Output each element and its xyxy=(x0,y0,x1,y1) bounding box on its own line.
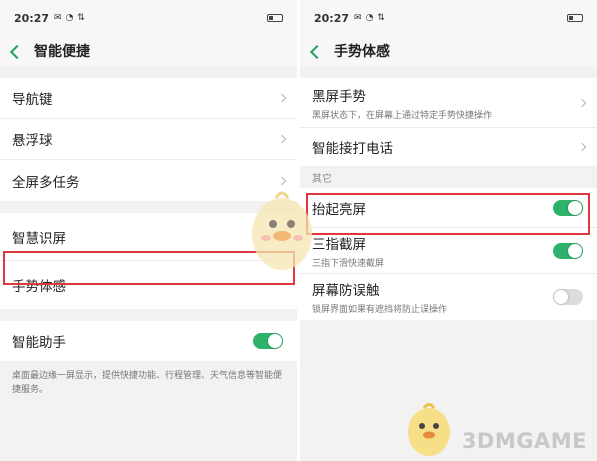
list-item-raise-to-wake[interactable]: 抬起亮屏 xyxy=(300,188,597,228)
title-bar: 手势体感 xyxy=(300,36,597,66)
message-icon: ✉ xyxy=(54,13,62,23)
nav-settings-group: 导航键 悬浮球 全屏多任务 xyxy=(0,78,297,201)
page-title: 手势体感 xyxy=(334,44,390,60)
assistant-group: 智能助手 xyxy=(0,321,297,361)
battery-icon xyxy=(267,14,283,22)
wifi-icon: ◔ xyxy=(365,13,374,23)
assistant-description: 桌面最边缘一屏显示，提供快捷功能、行程管理、天气信息等智能便捷服务。 xyxy=(12,371,283,395)
left-phone-screen: 20:27 ✉ ◔ ⇅ 智能便捷 导航键 悬浮球 全屏多任务 智慧识屏 手势体感 xyxy=(0,0,297,461)
status-time: 20:27 xyxy=(314,11,350,25)
list-item-label: 全屏多任务 xyxy=(12,174,80,191)
right-phone-screen: 20:27 ✉ ◔ ⇅ 手势体感 黑屏手势 黑屏状态下，在屏幕上通过特定手势快捷… xyxy=(300,0,597,461)
list-item-label: 智能接打电话 xyxy=(312,141,393,157)
list-item-smart-screen[interactable]: 智慧识屏 xyxy=(0,213,297,261)
battery-icon xyxy=(567,14,583,22)
message-icon: ✉ xyxy=(354,13,362,23)
three-finger-toggle[interactable] xyxy=(553,242,583,259)
assistant-toggle[interactable] xyxy=(253,333,283,349)
page-title: 智能便捷 xyxy=(34,44,90,60)
list-item-label: 智慧识屏 xyxy=(12,230,66,247)
list-item-label: 导航键 xyxy=(12,92,53,108)
list-item-subtitle: 黑屏状态下，在屏幕上通过特定手势快捷操作 xyxy=(312,110,493,121)
list-item-fullscreen-multitask[interactable]: 全屏多任务 xyxy=(0,160,297,201)
list-item-label: 黑屏手势 xyxy=(312,88,366,105)
watermark-logo: 3DMGAME xyxy=(461,429,587,453)
list-item-subtitle: 锁屏界面如果有遮挡将防止误操作 xyxy=(312,305,448,315)
back-arrow-icon[interactable] xyxy=(9,44,25,59)
list-item-label: 悬浮球 xyxy=(12,133,53,149)
list-item-label: 手势体感 xyxy=(12,279,66,295)
status-time: 20:27 xyxy=(14,11,50,25)
status-bar: 20:27 ✉ ◔ ⇅ xyxy=(300,0,597,36)
gesture-group: 黑屏手势 黑屏状态下，在屏幕上通过特定手势快捷操作 智能接打电话 xyxy=(300,78,597,166)
list-item-three-finger-screenshot[interactable]: 三指截屏 三指下滑快速截屏 xyxy=(300,228,597,274)
other-group: 抬起亮屏 三指截屏 三指下滑快速截屏 屏幕防误触 锁屏界面如果有遮挡将防止误操作 xyxy=(300,188,597,320)
list-item-anti-mistouch[interactable]: 屏幕防误触 锁屏界面如果有遮挡将防止误操作 xyxy=(300,274,597,320)
back-arrow-icon[interactable] xyxy=(309,44,325,59)
list-item-black-screen-gesture[interactable]: 黑屏手势 黑屏状态下，在屏幕上通过特定手势快捷操作 xyxy=(300,78,597,128)
list-item-smart-assistant[interactable]: 智能助手 xyxy=(0,321,297,361)
list-item-nav-keys[interactable]: 导航键 xyxy=(0,78,297,119)
raise-wake-toggle[interactable] xyxy=(553,199,583,216)
toggle-knob xyxy=(568,243,582,258)
data-speed-icon: ⇅ xyxy=(377,13,385,23)
list-item-subtitle: 三指下滑快速截屏 xyxy=(312,258,385,269)
section-header-other: 其它 xyxy=(300,166,597,188)
status-bar: 20:27 ✉ ◔ ⇅ xyxy=(0,0,297,36)
list-item-floating-ball[interactable]: 悬浮球 xyxy=(0,119,297,160)
anti-mistouch-toggle[interactable] xyxy=(553,289,583,305)
smart-group: 智慧识屏 手势体感 xyxy=(0,213,297,309)
toggle-knob xyxy=(554,290,568,304)
toggle-knob xyxy=(268,334,282,348)
list-item-smart-call[interactable]: 智能接打电话 xyxy=(300,128,597,166)
wifi-icon: ◔ xyxy=(65,13,74,23)
toggle-knob xyxy=(568,200,582,215)
title-bar: 智能便捷 xyxy=(0,36,297,66)
list-item-gesture[interactable]: 手势体感 xyxy=(0,261,297,309)
data-speed-icon: ⇅ xyxy=(77,13,85,23)
